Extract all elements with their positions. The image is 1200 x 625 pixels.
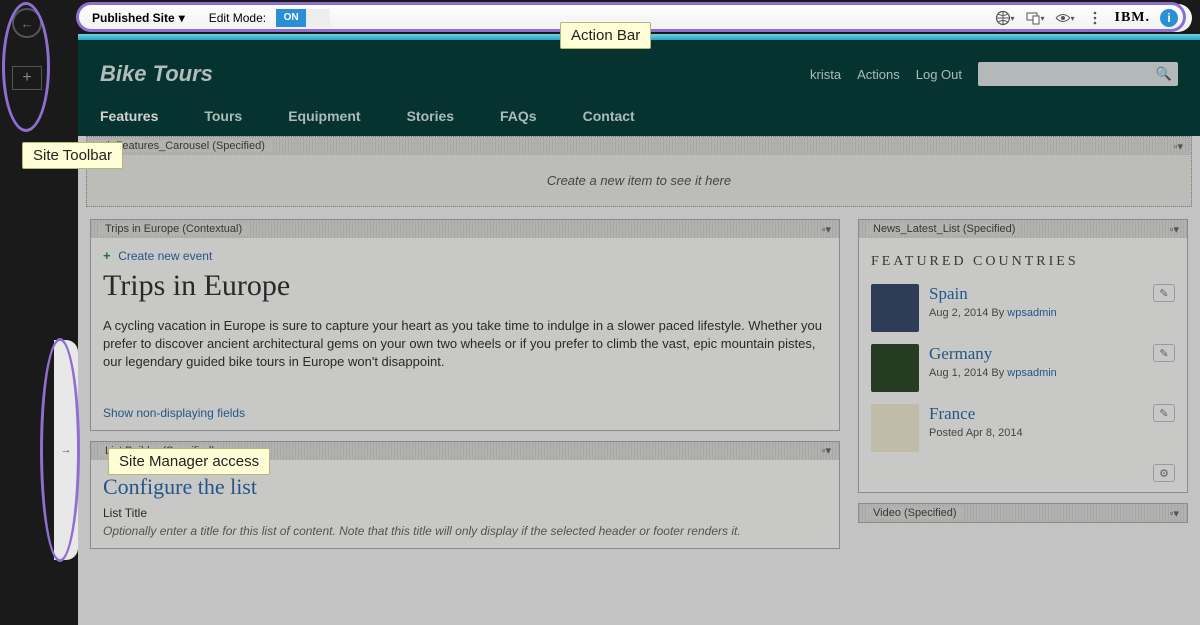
featured-item: France Posted Apr 8, 2014 ✎ — [871, 398, 1175, 458]
trips-body: A cycling vacation in Europe is sure to … — [103, 317, 827, 372]
carousel-body: Create a new item to see it here — [87, 155, 1191, 206]
chevron-down-icon: ▾ — [179, 11, 185, 25]
edit-icon[interactable]: ✎ — [1153, 404, 1175, 422]
search-icon[interactable]: 🔍 — [1156, 66, 1172, 82]
list-title-label: List Title — [103, 506, 827, 520]
site-nav: Features Tours Equipment Stories FAQs Co… — [78, 108, 1200, 136]
eye-icon[interactable]: ▾ — [1055, 8, 1075, 28]
thumbnail — [871, 344, 919, 392]
featured-section-title: FEATURED COUNTRIES — [871, 248, 1175, 278]
toggle-knob — [306, 9, 330, 27]
settings-icon[interactable]: ⚙ — [1153, 464, 1175, 482]
site-manager-handle[interactable]: → — [54, 340, 78, 560]
featured-item-title[interactable]: Spain — [929, 284, 1057, 304]
block-menu-icon[interactable]: ▫▾ — [822, 223, 831, 236]
annot-actionbar: Action Bar — [560, 22, 651, 49]
featured-item: Spain Aug 2, 2014 By wpsadmin ✎ — [871, 278, 1175, 338]
featured-item-title[interactable]: France — [929, 404, 1023, 424]
chevron-right-icon: → — [61, 444, 72, 456]
back-icon[interactable]: ← — [12, 8, 42, 38]
device-icon[interactable]: ▾ — [1025, 8, 1045, 28]
info-icon[interactable]: i — [1160, 9, 1178, 27]
block-menu-icon[interactable]: ▫▾ — [822, 444, 831, 457]
globe-icon[interactable]: ▾ — [995, 8, 1015, 28]
annot-sitemanager: Site Manager access — [108, 448, 270, 475]
site-header: Bike Tours krista Actions Log Out 🔍 — [78, 40, 1200, 108]
actions-link[interactable]: Actions — [857, 67, 900, 82]
thumbnail — [871, 284, 919, 332]
create-event-link[interactable]: + Create new event — [103, 248, 827, 263]
site-title: Bike Tours — [100, 61, 794, 87]
featured-panel: News_Latest_List (Specified) ▫▾ FEATURED… — [858, 219, 1188, 493]
site-area: Bike Tours krista Actions Log Out 🔍 Feat… — [78, 40, 1200, 625]
featured-item-meta: Posted Apr 8, 2014 — [929, 427, 1023, 439]
trips-head[interactable]: Trips in Europe (Contextual) ▫▾ — [91, 220, 839, 238]
block-menu-icon[interactable]: ▫▾ — [1170, 223, 1179, 236]
carousel-block: al_Features_Carousel (Specified) ▫▾ Crea… — [86, 136, 1192, 207]
site-toolbar: ← + — [0, 0, 54, 625]
featured-head-label: News_Latest_List (Specified) — [867, 223, 1021, 235]
video-panel: Video (Specified) ▫▾ — [858, 503, 1188, 523]
ibm-logo: IBM. — [1115, 10, 1151, 26]
thumbnail — [871, 404, 919, 452]
featured-item-meta: Aug 2, 2014 By wpsadmin — [929, 307, 1057, 319]
published-site-label: Published Site — [92, 11, 175, 25]
user-link[interactable]: krista — [810, 67, 841, 82]
edit-mode-label: Edit Mode: — [209, 11, 266, 25]
featured-item: Germany Aug 1, 2014 By wpsadmin ✎ — [871, 338, 1175, 398]
featured-item-title[interactable]: Germany — [929, 344, 1057, 364]
carousel-head[interactable]: al_Features_Carousel (Specified) ▫▾ — [87, 137, 1191, 155]
more-icon[interactable] — [1085, 8, 1105, 28]
plus-icon: + — [103, 248, 111, 263]
logout-link[interactable]: Log Out — [916, 67, 962, 82]
nav-equipment[interactable]: Equipment — [288, 108, 360, 124]
annot-toolbar: Site Toolbar — [22, 142, 123, 169]
toggle-on-label: ON — [276, 9, 306, 27]
search-input[interactable] — [978, 62, 1178, 86]
create-event-label: Create new event — [118, 249, 212, 263]
block-menu-icon[interactable]: ▫▾ — [1170, 507, 1179, 520]
block-menu-icon[interactable]: ▫▾ — [1174, 140, 1183, 153]
featured-item-meta: Aug 1, 2014 By wpsadmin — [929, 367, 1057, 379]
published-site-dropdown[interactable]: Published Site ▾ — [92, 11, 185, 25]
configure-list-title: Configure the list — [103, 474, 827, 500]
featured-head[interactable]: News_Latest_List (Specified) ▫▾ — [859, 220, 1187, 238]
author-link[interactable]: wpsadmin — [1007, 307, 1057, 319]
trips-title: Trips in Europe — [103, 269, 827, 303]
video-head[interactable]: Video (Specified) ▫▾ — [859, 504, 1187, 522]
trips-panel: Trips in Europe (Contextual) ▫▾ + Create… — [90, 219, 840, 431]
nav-faqs[interactable]: FAQs — [500, 108, 537, 124]
trips-head-label: Trips in Europe (Contextual) — [99, 223, 248, 235]
video-head-label: Video (Specified) — [867, 507, 963, 519]
nav-contact[interactable]: Contact — [583, 108, 635, 124]
edit-icon[interactable]: ✎ — [1153, 284, 1175, 302]
add-icon[interactable]: + — [12, 66, 42, 90]
list-title-hint: Optionally enter a title for this list o… — [103, 524, 827, 538]
nav-tours[interactable]: Tours — [204, 108, 242, 124]
edit-icon[interactable]: ✎ — [1153, 344, 1175, 362]
nav-features[interactable]: Features — [100, 108, 158, 124]
author-link[interactable]: wpsadmin — [1007, 367, 1057, 379]
nav-stories[interactable]: Stories — [407, 108, 454, 124]
edit-mode-toggle[interactable]: ON — [276, 9, 330, 27]
show-fields-link[interactable]: Show non-displaying fields — [103, 406, 827, 420]
